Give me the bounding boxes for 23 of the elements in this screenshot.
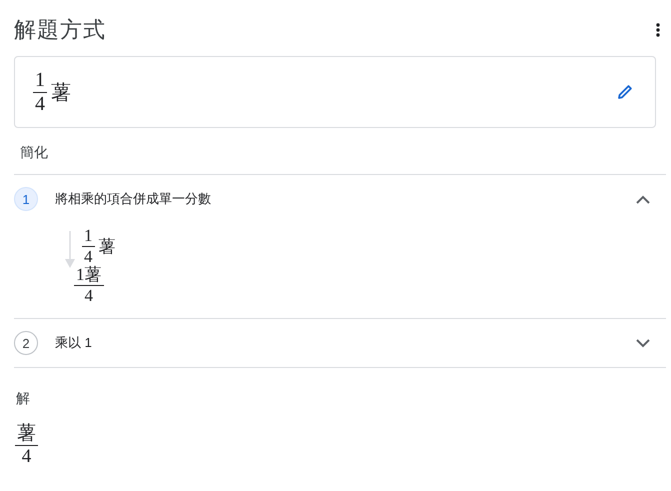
numerator: 薯 — [15, 424, 38, 446]
step-title: 將相乘的項合併成單一分數 — [55, 190, 212, 208]
step-number: 2 — [14, 331, 38, 356]
denominator: 4 — [22, 446, 32, 468]
chevron-up-icon[interactable] — [636, 194, 650, 204]
section-label: 簡化 — [20, 144, 48, 160]
step-title: 乘以 1 — [55, 334, 93, 352]
step-header[interactable]: 2 乘以 1 — [14, 319, 666, 368]
denominator: 4 — [84, 286, 93, 304]
solution-label: 解 — [16, 390, 30, 406]
numerator: 1薯 — [74, 266, 104, 286]
numerator: 1 — [82, 227, 94, 247]
down-arrow-icon — [64, 231, 76, 269]
variable: 薯 — [51, 80, 71, 106]
denominator: 4 — [35, 92, 45, 114]
more-options-icon[interactable] — [654, 21, 662, 39]
page-title: 解題方式 — [14, 16, 106, 44]
numerator: 1 — [33, 70, 47, 92]
step-header[interactable]: 1 將相乘的項合併成單一分數 — [14, 175, 666, 223]
step-number: 1 — [14, 187, 38, 211]
denominator: 4 — [84, 246, 92, 266]
chevron-down-icon[interactable] — [636, 338, 650, 348]
variable: 薯 — [98, 236, 116, 258]
